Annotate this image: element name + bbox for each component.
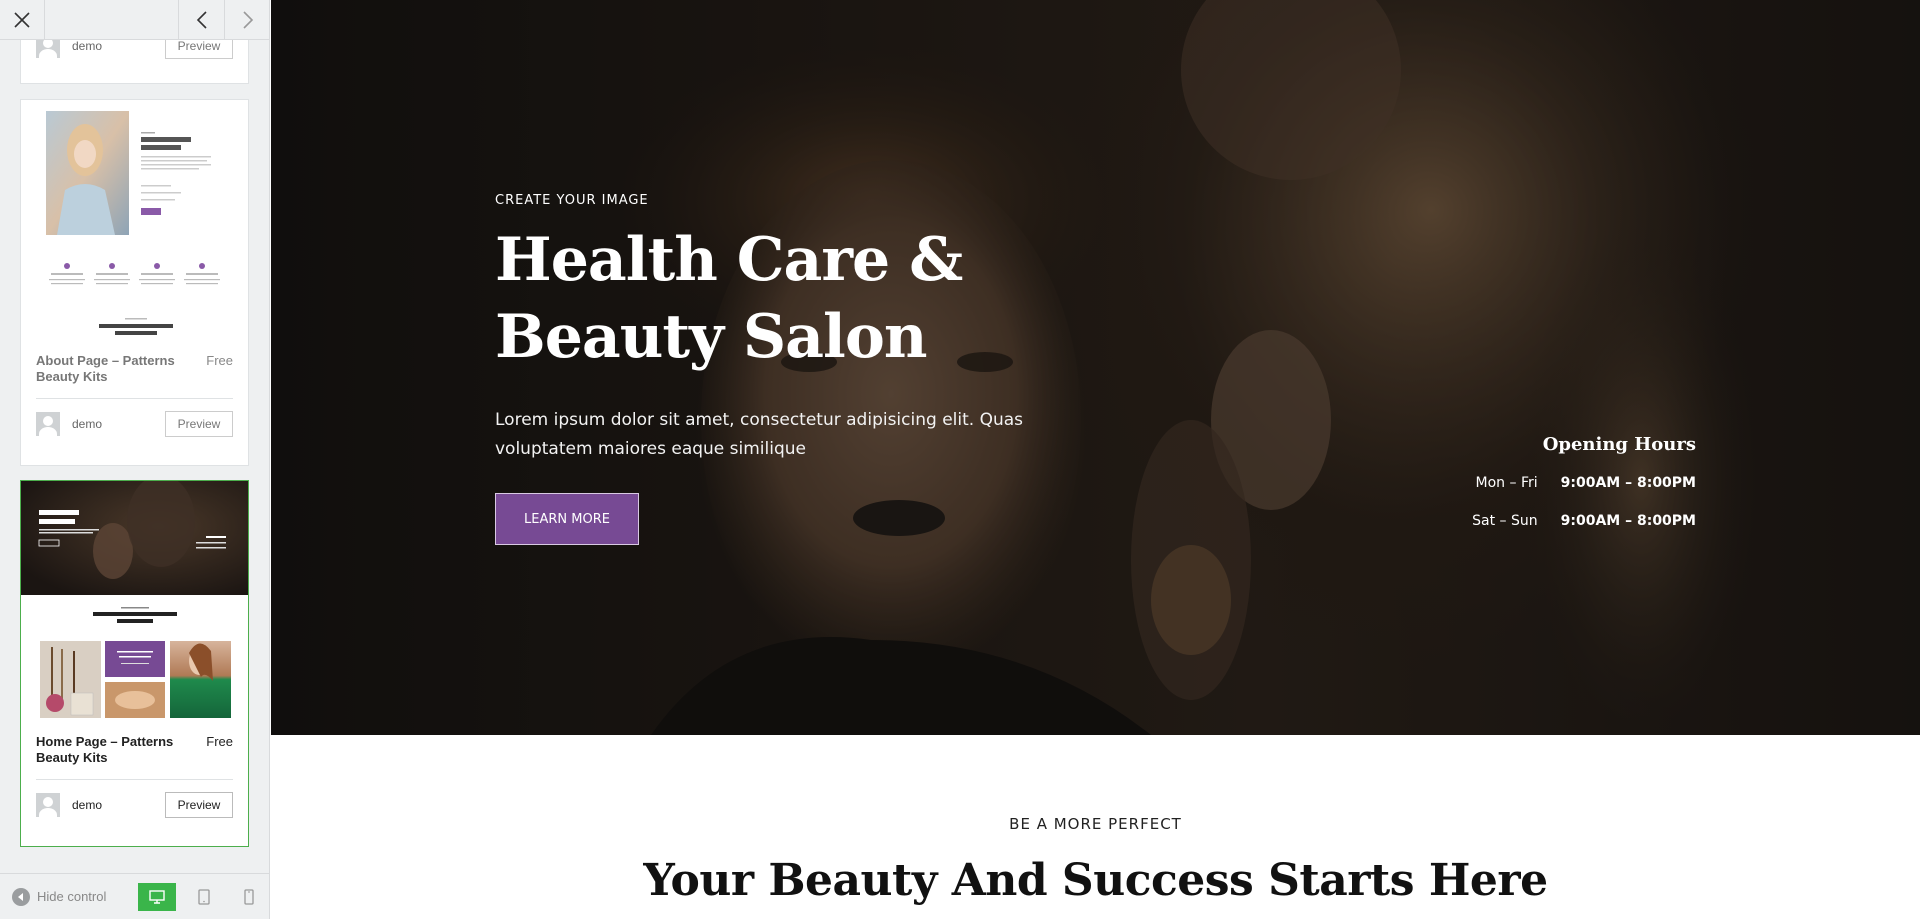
card-footer: demo Preview (36, 779, 233, 829)
home-page-thumbnail-image (21, 481, 248, 718)
close-button[interactable] (0, 0, 45, 40)
opening-hours-row: Mon – Fri 9:00AM – 8:00PM (1436, 475, 1696, 496)
author-avatar (36, 792, 60, 817)
card-info: Home Page – Patterns Beauty Kits Free (21, 726, 248, 766)
template-preview-frame: CREATE YOUR IMAGE Health Care & Beauty S… (271, 0, 1920, 919)
hours-day: Mon – Fri (1475, 475, 1538, 491)
sidebar-bottom-bar: Hide control (0, 873, 269, 919)
opening-hours-row: Sat – Sun 9:00AM – 8:00PM (1436, 513, 1696, 534)
preview-button[interactable]: Preview (165, 792, 233, 818)
opening-hours: Opening Hours Mon – Fri 9:00AM – 8:00PM … (1436, 434, 1696, 534)
desktop-icon (149, 890, 165, 904)
hero-title-line-2: Beauty Salon (495, 302, 928, 372)
mobile-view-button[interactable] (230, 883, 268, 911)
template-thumbnail (21, 100, 248, 345)
desktop-view-button[interactable] (138, 883, 176, 911)
hero-title-line-1: Health Care & (495, 225, 963, 295)
hero-content: CREATE YOUR IMAGE Health Care & Beauty S… (495, 193, 1055, 545)
template-title: About Page – Patterns Beauty Kits (36, 353, 175, 384)
author-name: demo (72, 416, 103, 431)
card-info: About Page – Patterns Beauty Kits Free (21, 345, 248, 385)
intro-section: BE A MORE PERFECT Your Beauty And Succes… (271, 735, 1920, 919)
chevron-right-icon (242, 11, 253, 29)
template-thumbnail (21, 481, 248, 726)
hide-control-button[interactable]: Hide control (12, 887, 107, 906)
template-sidebar: demo Preview About Page – Patterns Beaut… (0, 0, 270, 919)
opening-hours-title: Opening Hours (1542, 434, 1696, 455)
close-icon (14, 12, 30, 28)
hours-time: 9:00AM – 8:00PM (1560, 475, 1696, 491)
template-price: Free (206, 734, 233, 749)
template-title: Home Page – Patterns Beauty Kits (36, 734, 174, 765)
hero-description: Lorem ipsum dolor sit amet, consectetur … (495, 410, 1024, 459)
previous-template-button[interactable] (178, 0, 224, 40)
tablet-icon (198, 889, 210, 905)
card-footer: demo Preview (36, 398, 233, 448)
hero-eyebrow: CREATE YOUR IMAGE (495, 193, 649, 208)
template-price: Free (206, 353, 233, 368)
section-eyebrow: BE A MORE PERFECT (1009, 815, 1182, 833)
template-card-about-page[interactable]: About Page – Patterns Beauty Kits Free d… (20, 99, 249, 466)
tablet-view-button[interactable] (185, 883, 223, 911)
author-name: demo (72, 39, 103, 53)
hours-time: 9:00AM – 8:00PM (1560, 513, 1696, 529)
hero-section: CREATE YOUR IMAGE Health Care & Beauty S… (271, 0, 1920, 735)
chevron-left-icon (196, 11, 207, 29)
collapse-arrow-icon (12, 887, 30, 906)
about-page-thumbnail-image (46, 111, 220, 335)
mobile-icon (244, 889, 254, 905)
learn-more-button[interactable]: LEARN MORE (495, 493, 639, 545)
hours-day: Sat – Sun (1472, 513, 1538, 529)
template-card-home-page[interactable]: Home Page – Patterns Beauty Kits Free de… (20, 480, 249, 847)
hero-title: Health Care & Beauty Salon (495, 222, 1055, 376)
sidebar-toolbar (0, 0, 269, 40)
preview-button[interactable]: Preview (165, 411, 233, 437)
section-title: Your Beauty And Success Starts Here (643, 855, 1548, 906)
author-avatar (36, 411, 60, 436)
next-template-button[interactable] (224, 0, 269, 40)
author-name: demo (72, 797, 103, 812)
hide-control-label: Hide control (37, 889, 107, 904)
